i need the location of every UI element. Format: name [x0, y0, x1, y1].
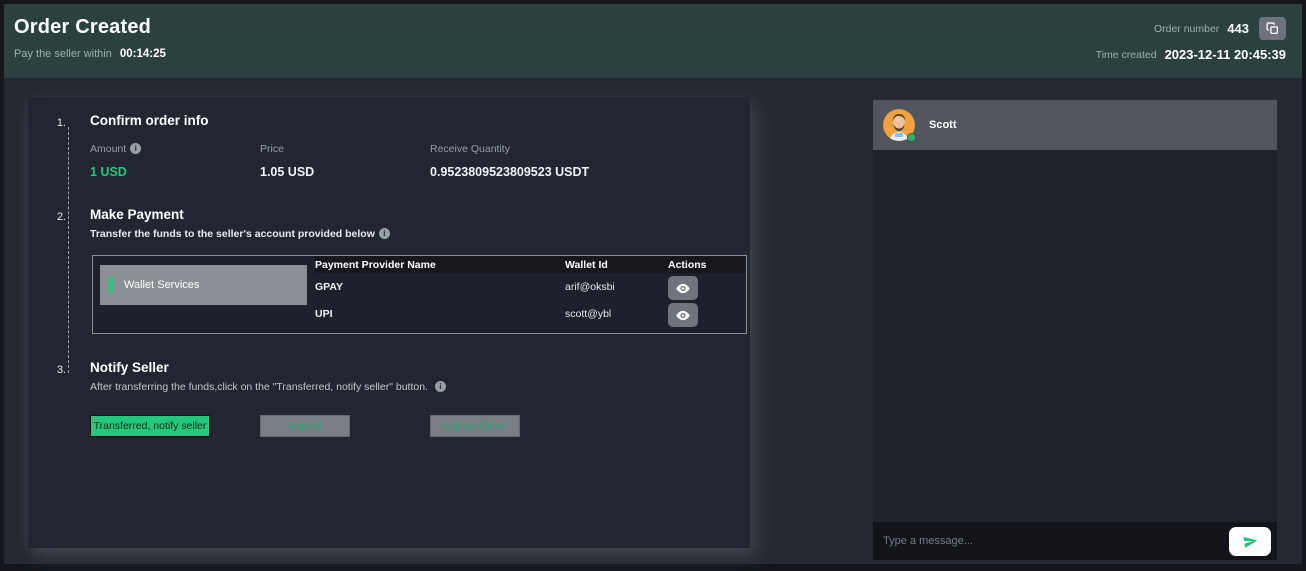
step-connector-line — [68, 127, 69, 373]
provider-name: UPI — [315, 303, 565, 320]
col-provider-name: Payment Provider Name — [315, 259, 565, 271]
order-action-buttons: Transferred, notify seller Appeal Cancel… — [90, 415, 732, 437]
order-meta: Order number 443 Time created 2023-12-11… — [1096, 17, 1286, 69]
order-header: Order Created Pay the seller within 00:1… — [4, 4, 1302, 78]
eye-icon — [676, 283, 690, 294]
chat-header: Scott — [873, 100, 1277, 150]
col-wallet-id: Wallet Id — [565, 259, 668, 271]
transferred-notify-seller-button[interactable]: Transferred, notify seller — [90, 415, 210, 437]
chat-message-input[interactable] — [883, 535, 1229, 547]
appeal-button[interactable]: Appeal — [260, 415, 350, 437]
avatar — [883, 109, 915, 141]
page-frame: Order Created Pay the seller within 00:1… — [4, 4, 1302, 564]
table-row: UPI scott@ybl — [315, 303, 746, 327]
notify-seller-description: After transferring the funds,click on th… — [90, 381, 732, 393]
confirm-order-section: Confirm order info Amounti Price Receive… — [90, 113, 732, 179]
make-payment-description: Transfer the funds to the seller's accou… — [90, 228, 732, 240]
col-actions: Actions — [668, 259, 746, 271]
payment-table-main: Payment Provider Name Wallet Id Actions … — [315, 256, 746, 333]
copy-order-number-button[interactable] — [1259, 17, 1286, 40]
order-number-row: Order number 443 — [1096, 17, 1286, 40]
chat-input-bar — [873, 522, 1277, 560]
tab-wallet-services[interactable]: Wallet Services — [100, 265, 307, 305]
wallet-id: scott@ybl — [565, 303, 668, 320]
table-row: GPAY arif@oksbi — [315, 276, 746, 300]
step-2-number: 2. — [52, 211, 66, 223]
pay-timer-value: 00:14:25 — [120, 48, 166, 60]
payment-method-tabs: Wallet Services — [93, 256, 315, 333]
view-payment-details-button[interactable] — [668, 303, 698, 327]
step-1-number: 1. — [52, 117, 66, 129]
online-status-dot — [907, 133, 916, 142]
amount-label: Amounti — [90, 143, 260, 155]
cancel-order-button[interactable]: Cancel Order — [430, 415, 520, 437]
order-number-value: 443 — [1227, 21, 1249, 36]
chat-peer-name: Scott — [929, 119, 957, 131]
pay-timer-label: Pay the seller within — [14, 48, 112, 60]
time-created-row: Time created 2023-12-11 20:45:39 — [1096, 47, 1286, 62]
info-icon: i — [435, 381, 446, 392]
provider-name: GPAY — [315, 276, 565, 293]
notify-seller-title: Notify Seller — [90, 360, 732, 375]
send-message-button[interactable] — [1229, 527, 1271, 556]
order-number-label: Order number — [1154, 23, 1219, 35]
make-payment-title: Make Payment — [90, 207, 732, 222]
wallet-id: arif@oksbi — [565, 276, 668, 293]
payment-table-header: Payment Provider Name Wallet Id Actions — [315, 256, 746, 273]
order-info-fields: Amounti Price Receive Quantity 1 USD 1.0… — [90, 143, 732, 179]
price-label: Price — [260, 143, 430, 155]
order-steps-card: 1. 2. 3. Confirm order info Amounti Pric… — [28, 97, 750, 548]
info-icon: i — [379, 228, 390, 239]
amount-value: 1 USD — [90, 165, 260, 179]
view-payment-details-button[interactable] — [668, 276, 698, 300]
price-value: 1.05 USD — [260, 165, 430, 179]
info-icon: i — [130, 143, 141, 154]
make-payment-section: Make Payment Transfer the funds to the s… — [90, 207, 732, 334]
confirm-order-title: Confirm order info — [90, 113, 732, 128]
step-3-number: 3. — [52, 364, 66, 376]
receive-quantity-value: 0.9523809523809523 USDT — [430, 165, 732, 179]
chat-panel: Scott — [873, 100, 1277, 560]
payment-methods-table: Wallet Services Payment Provider Name Wa… — [92, 255, 747, 334]
notify-seller-section: Notify Seller After transferring the fun… — [90, 360, 732, 437]
receive-quantity-label: Receive Quantity — [430, 143, 732, 155]
chat-messages-area[interactable] — [873, 150, 1277, 522]
eye-icon — [676, 310, 690, 321]
time-created-label: Time created — [1096, 49, 1157, 61]
copy-icon — [1266, 22, 1279, 35]
send-icon — [1243, 534, 1258, 549]
time-created-value: 2023-12-11 20:45:39 — [1165, 47, 1286, 62]
